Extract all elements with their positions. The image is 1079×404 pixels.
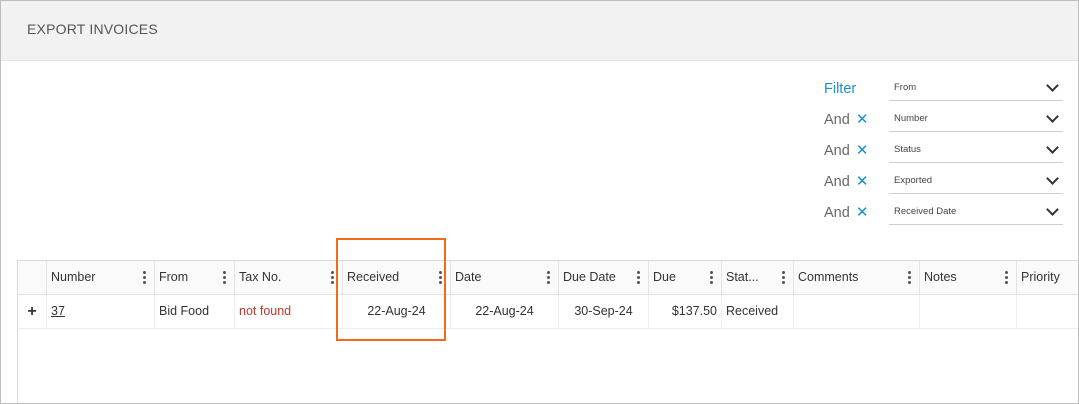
column-menu-icon[interactable] bbox=[908, 271, 911, 284]
column-header-status[interactable]: Stat... bbox=[722, 261, 794, 294]
due-amount-cell: $137.50 bbox=[649, 295, 722, 328]
invoice-grid: Number From Tax No. Received Date Due Da… bbox=[17, 260, 1078, 403]
comments-cell bbox=[794, 295, 920, 328]
remove-filter-icon[interactable]: ✕ bbox=[856, 204, 869, 221]
column-header-label: Priority bbox=[1021, 270, 1060, 284]
column-header-label: Due Date bbox=[563, 270, 616, 284]
chevron-down-icon bbox=[1046, 172, 1059, 185]
export-invoices-panel: EXPORT INVOICES Filter From And ✕ Number … bbox=[0, 0, 1079, 404]
filter-field-value: Received Date bbox=[894, 206, 957, 217]
notes-cell bbox=[920, 295, 1017, 328]
remove-filter-icon[interactable]: ✕ bbox=[856, 173, 869, 190]
status-cell: Received bbox=[722, 295, 794, 328]
invoice-number-cell: 37 bbox=[47, 295, 155, 328]
filter-field-select[interactable]: Exported bbox=[889, 168, 1063, 194]
filter-field-select[interactable]: Status bbox=[889, 137, 1063, 163]
table-row[interactable]: + 37 Bid Food not found 22-Aug-24 22-Aug… bbox=[18, 295, 1078, 329]
column-header-priority[interactable]: Priority bbox=[1017, 261, 1078, 294]
and-label: And ✕ bbox=[824, 111, 869, 128]
chevron-down-icon bbox=[1046, 110, 1059, 123]
due-date-cell: 30-Sep-24 bbox=[559, 295, 649, 328]
column-menu-icon[interactable] bbox=[143, 271, 146, 284]
filter-field-value: Exported bbox=[894, 175, 933, 186]
and-label: And ✕ bbox=[824, 204, 869, 221]
chevron-down-icon bbox=[1046, 203, 1059, 216]
and-label: And ✕ bbox=[824, 173, 869, 190]
date-cell: 22-Aug-24 bbox=[451, 295, 559, 328]
tax-no-cell: not found bbox=[235, 295, 343, 328]
filter-field-select[interactable]: Received Date bbox=[889, 199, 1063, 225]
column-header-label: Due bbox=[653, 270, 676, 284]
filter-field-select[interactable]: Number bbox=[889, 106, 1063, 132]
column-header-label: Date bbox=[455, 270, 482, 284]
column-menu-icon[interactable] bbox=[1005, 271, 1008, 284]
column-header-label: From bbox=[159, 270, 189, 284]
column-menu-icon[interactable] bbox=[710, 271, 713, 284]
column-header-label: Stat... bbox=[726, 270, 759, 284]
grid-header-row: Number From Tax No. Received Date Due Da… bbox=[18, 261, 1078, 295]
column-header-date[interactable]: Date bbox=[451, 261, 559, 294]
chevron-down-icon bbox=[1046, 141, 1059, 154]
invoice-number-link[interactable]: 37 bbox=[51, 304, 65, 318]
column-header-label: Received bbox=[347, 270, 400, 284]
column-header-from[interactable]: From bbox=[155, 261, 235, 294]
column-header-number[interactable]: Number bbox=[47, 261, 155, 294]
filter-field-value: Status bbox=[894, 144, 921, 155]
page-title: EXPORT INVOICES bbox=[1, 1, 1078, 61]
column-menu-icon[interactable] bbox=[439, 271, 442, 284]
column-menu-icon[interactable] bbox=[547, 271, 550, 284]
expand-column-header bbox=[18, 261, 47, 294]
expand-row-button[interactable]: + bbox=[18, 295, 47, 328]
filter-field-value: Number bbox=[894, 113, 928, 124]
column-header-label: Tax No. bbox=[239, 270, 282, 284]
column-header-notes[interactable]: Notes bbox=[920, 261, 1017, 294]
filter-field-select[interactable]: From bbox=[889, 75, 1063, 101]
column-menu-icon[interactable] bbox=[223, 271, 226, 284]
column-header-label: Number bbox=[51, 270, 96, 284]
remove-filter-icon[interactable]: ✕ bbox=[856, 111, 869, 128]
column-header-due-date[interactable]: Due Date bbox=[559, 261, 649, 294]
from-cell: Bid Food bbox=[155, 295, 235, 328]
column-menu-icon[interactable] bbox=[331, 271, 334, 284]
column-header-label: Comments bbox=[798, 270, 859, 284]
column-menu-icon[interactable] bbox=[782, 271, 785, 284]
filter-field-value: From bbox=[894, 82, 917, 93]
column-header-tax-no[interactable]: Tax No. bbox=[235, 261, 343, 294]
column-header-comments[interactable]: Comments bbox=[794, 261, 920, 294]
remove-filter-icon[interactable]: ✕ bbox=[856, 142, 869, 159]
and-label: And ✕ bbox=[824, 142, 869, 159]
column-header-label: Notes bbox=[924, 270, 957, 284]
received-cell: 22-Aug-24 bbox=[343, 295, 451, 328]
filter-label: Filter bbox=[824, 81, 857, 97]
column-header-received[interactable]: Received bbox=[343, 261, 451, 294]
chevron-down-icon bbox=[1046, 79, 1059, 92]
priority-cell bbox=[1017, 295, 1078, 328]
column-header-due[interactable]: Due bbox=[649, 261, 722, 294]
column-menu-icon[interactable] bbox=[637, 271, 640, 284]
